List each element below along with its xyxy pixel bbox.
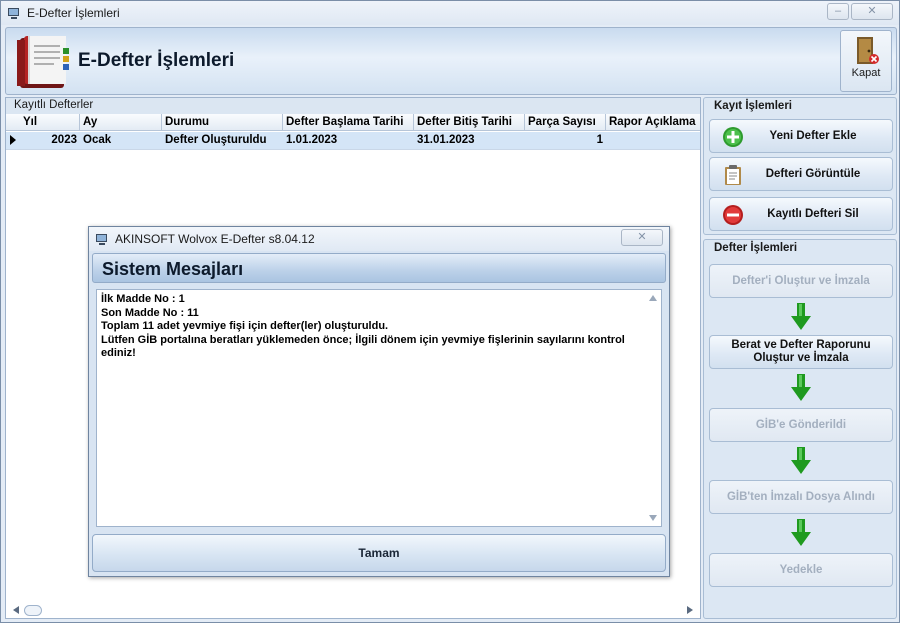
plus-icon: [723, 127, 743, 147]
ledger-actions-caption: Defter İşlemleri: [714, 242, 798, 254]
close-app-label: Kapat: [851, 67, 881, 79]
view-ledger-button[interactable]: Defteri Görüntüle: [709, 157, 893, 191]
horizontal-scrollbar[interactable]: [6, 602, 700, 618]
create-and-sign-ledger-label: Defter'i Oluştur ve İmzala: [732, 274, 870, 287]
actions-panel: Kayıt İşlemleri Yeni Defter Ekle Defteri…: [703, 97, 897, 619]
sent-to-gib-button[interactable]: GİB'e Gönderildi: [709, 408, 893, 442]
minimize-icon: –: [834, 5, 842, 17]
dialog-titlebar: AKINSOFT Wolvox E-Defter s8.04.12 ✕: [89, 227, 669, 251]
delete-ledger-label: Kayıtlı Defteri Sil: [767, 207, 859, 220]
close-app-button[interactable]: Kapat: [840, 30, 892, 92]
row-pointer-icon: [6, 132, 20, 149]
cell-yil[interactable]: 2023: [20, 132, 80, 149]
message-line: Lütfen GİB portalına beratları yüklemede…: [101, 333, 625, 360]
backup-button[interactable]: Yedekle: [709, 553, 893, 587]
column-header-yil[interactable]: Yıl: [20, 114, 80, 130]
cell-rapor-aciklama[interactable]: [606, 132, 700, 149]
backup-label: Yedekle: [779, 563, 823, 576]
system-message-dialog: AKINSOFT Wolvox E-Defter s8.04.12 ✕ Sist…: [88, 226, 670, 577]
create-and-sign-ledger-button[interactable]: Defter'i Oluştur ve İmzala: [709, 264, 893, 298]
cell-bitis-tarihi[interactable]: 31.01.2023: [414, 132, 525, 149]
table-row[interactable]: 2023 Ocak Defter Oluşturuldu 1.01.2023 3…: [6, 132, 700, 150]
signed-file-received-button[interactable]: GİB'ten İmzalı Dosya Alındı: [709, 480, 893, 514]
app-icon: [8, 8, 19, 19]
dialog-close-button[interactable]: ✕: [621, 229, 663, 246]
scrollbar-thumb[interactable]: [24, 605, 42, 616]
arrow-down-icon: [791, 519, 811, 546]
row-indicator-header: [6, 114, 20, 130]
close-button[interactable]: ✕: [851, 3, 893, 20]
arrow-down-icon: [791, 374, 811, 401]
cell-ay[interactable]: Ocak: [80, 132, 162, 149]
cell-baslama-tarihi[interactable]: 1.01.2023: [283, 132, 414, 149]
scroll-left-icon[interactable]: [12, 606, 20, 614]
arrow-down-icon: [791, 447, 811, 474]
record-actions-group: Kayıt İşlemleri Yeni Defter Ekle Defteri…: [703, 97, 897, 235]
arrow-down-icon: [791, 303, 811, 330]
cell-parca-sayisi[interactable]: 1: [525, 132, 606, 149]
ok-button[interactable]: Tamam: [92, 534, 666, 572]
window-title: E-Defter İşlemleri: [27, 6, 120, 20]
dialog-heading: Sistem Mesajları: [102, 259, 244, 279]
scroll-down-icon[interactable]: [649, 515, 657, 521]
create-berat-report-button[interactable]: Berat ve Defter Raporunu Oluştur ve İmza…: [709, 335, 893, 369]
column-header-rapor-aciklama[interactable]: Rapor Açıklama: [606, 114, 700, 130]
main-window: E-Defter İşlemleri – ✕ E-Defter İşlemler…: [0, 0, 900, 623]
record-actions-caption: Kayıt İşlemleri: [714, 100, 792, 112]
app-icon: [96, 234, 107, 245]
view-ledger-label: Defteri Görüntüle: [765, 167, 861, 180]
page-title: E-Defter İşlemleri: [78, 50, 235, 71]
message-text: İlk Madde No : 1 Son Madde No : 11 Topla…: [101, 293, 641, 361]
window-titlebar: E-Defter İşlemleri – ✕: [1, 1, 899, 25]
records-panel-caption: Kayıtlı Defterler: [6, 98, 700, 114]
clipboard-icon: [725, 165, 741, 185]
dialog-title: AKINSOFT Wolvox E-Defter s8.04.12: [115, 232, 315, 246]
cell-durumu[interactable]: Defter Oluşturuldu: [162, 132, 283, 149]
column-header-ay[interactable]: Ay: [80, 114, 162, 130]
scroll-right-icon[interactable]: [686, 606, 694, 614]
minimize-button[interactable]: –: [827, 3, 849, 20]
message-line: Toplam 11 adet yevmiye fişi için defter(…: [101, 320, 389, 332]
column-header-bitis-tarihi[interactable]: Defter Bitiş Tarihi: [414, 114, 525, 130]
message-line: İlk Madde No : 1: [101, 293, 185, 305]
exit-door-icon: [857, 37, 879, 64]
minus-icon: [723, 205, 743, 225]
scroll-up-icon[interactable]: [649, 295, 657, 301]
close-icon: ✕: [637, 231, 647, 243]
add-ledger-button[interactable]: Yeni Defter Ekle: [709, 119, 893, 153]
ledger-book-icon: [17, 36, 69, 88]
signed-file-received-label: GİB'ten İmzalı Dosya Alındı: [726, 490, 875, 503]
dialog-heading-band: Sistem Mesajları: [92, 253, 666, 283]
close-icon: ✕: [867, 5, 877, 17]
sent-to-gib-label: GİB'e Gönderildi: [755, 418, 847, 431]
column-header-durumu[interactable]: Durumu: [162, 114, 283, 130]
ledger-actions-group: Defter İşlemleri Defter'i Oluştur ve İmz…: [703, 239, 897, 619]
create-berat-report-label: Berat ve Defter Raporunu Oluştur ve İmza…: [731, 339, 871, 364]
delete-ledger-button[interactable]: Kayıtlı Defteri Sil: [709, 197, 893, 231]
column-header-parca-sayisi[interactable]: Parça Sayısı: [525, 114, 606, 130]
add-ledger-label: Yeni Defter Ekle: [769, 129, 857, 142]
vertical-scrollbar[interactable]: [645, 290, 661, 526]
header-band: E-Defter İşlemleri Kapat: [5, 27, 897, 95]
records-grid-header: Yıl Ay Durumu Defter Başlama Tarihi Deft…: [6, 114, 700, 131]
message-textarea[interactable]: İlk Madde No : 1 Son Madde No : 11 Topla…: [96, 289, 662, 527]
message-line: Son Madde No : 11: [101, 306, 199, 319]
column-header-baslama-tarihi[interactable]: Defter Başlama Tarihi: [283, 114, 414, 130]
